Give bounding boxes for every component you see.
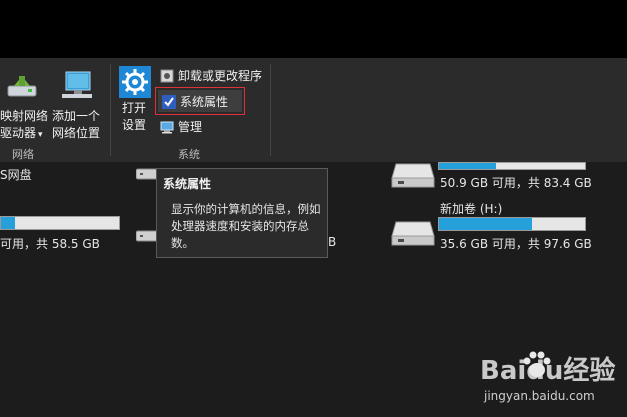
map-drive-button[interactable]: 映射网络 驱动器 ▾ xyxy=(0,64,50,140)
tooltip-body: 显示你的计算机的信息，例如处理器速度和安装的内存总数。 xyxy=(171,202,321,250)
ribbon: 映射网络 驱动器 ▾ 添加一个 网络位置 网络 打开 设置 卸载或更改程序 系统… xyxy=(0,58,627,162)
right-top-drive-usage-text: 50.9 GB 可用，共 83.4 GB xyxy=(440,176,592,190)
usage-fill xyxy=(439,163,496,169)
tooltip: 系统属性 显示你的计算机的信息，例如处理器速度和安装的内存总数。 xyxy=(156,168,328,258)
manage-label: 管理 xyxy=(178,120,203,134)
system-group-label: 系统 xyxy=(178,148,200,161)
highlight-rectangle xyxy=(155,87,245,115)
gear-icon xyxy=(119,66,151,98)
map-drive-label-2: 驱动器 xyxy=(0,126,37,140)
ribbon-separator xyxy=(110,64,111,156)
manage-button[interactable]: 管理 xyxy=(160,118,202,135)
drive-icon xyxy=(391,221,435,246)
open-settings-button[interactable]: 打开 设置 xyxy=(114,64,154,140)
right-bottom-drive-usage-bar xyxy=(438,217,586,231)
left-drive-usage-bar xyxy=(0,216,120,230)
uninstall-icon xyxy=(160,69,174,82)
title-bar xyxy=(0,0,627,58)
add-location-label-2: 网络位置 xyxy=(52,126,101,140)
open-settings-label-1: 打开 xyxy=(122,101,147,115)
chevron-down-icon: ▾ xyxy=(38,130,43,140)
add-network-location-button[interactable]: 添加一个 网络位置 xyxy=(50,64,104,140)
network-location-icon xyxy=(62,71,92,98)
watermark-url: jingyan.baidu.com xyxy=(484,389,595,403)
open-settings-label-2: 设置 xyxy=(122,118,147,132)
right-top-drive-usage-bar xyxy=(438,162,586,170)
watermark-logo: Baidu经验 xyxy=(480,356,616,386)
usage-fill xyxy=(1,217,16,229)
ribbon-separator xyxy=(270,64,271,156)
network-group-label: 网络 xyxy=(12,148,34,161)
uninstall-program-button[interactable]: 卸载或更改程序 xyxy=(160,67,262,84)
right-bottom-drive-usage-text: 35.6 GB 可用，共 97.6 GB xyxy=(440,237,592,251)
drive-icon xyxy=(391,163,435,188)
mid-drive-usage-text: B xyxy=(328,235,337,249)
map-drive-label-1: 映射网络 xyxy=(0,109,49,123)
network-drive-icon xyxy=(7,76,37,97)
computer-manage-icon xyxy=(160,121,174,133)
add-location-label-1: 添加一个 xyxy=(52,109,101,123)
right-bottom-drive-name[interactable]: 新加卷 (H:) xyxy=(440,200,502,217)
network-drive-label[interactable]: S网盘 xyxy=(0,166,32,183)
left-drive-usage-text: 可用，共 58.5 GB xyxy=(0,237,100,251)
uninstall-label: 卸载或更改程序 xyxy=(178,69,263,83)
usage-fill xyxy=(439,218,533,230)
tooltip-title: 系统属性 xyxy=(163,177,212,191)
